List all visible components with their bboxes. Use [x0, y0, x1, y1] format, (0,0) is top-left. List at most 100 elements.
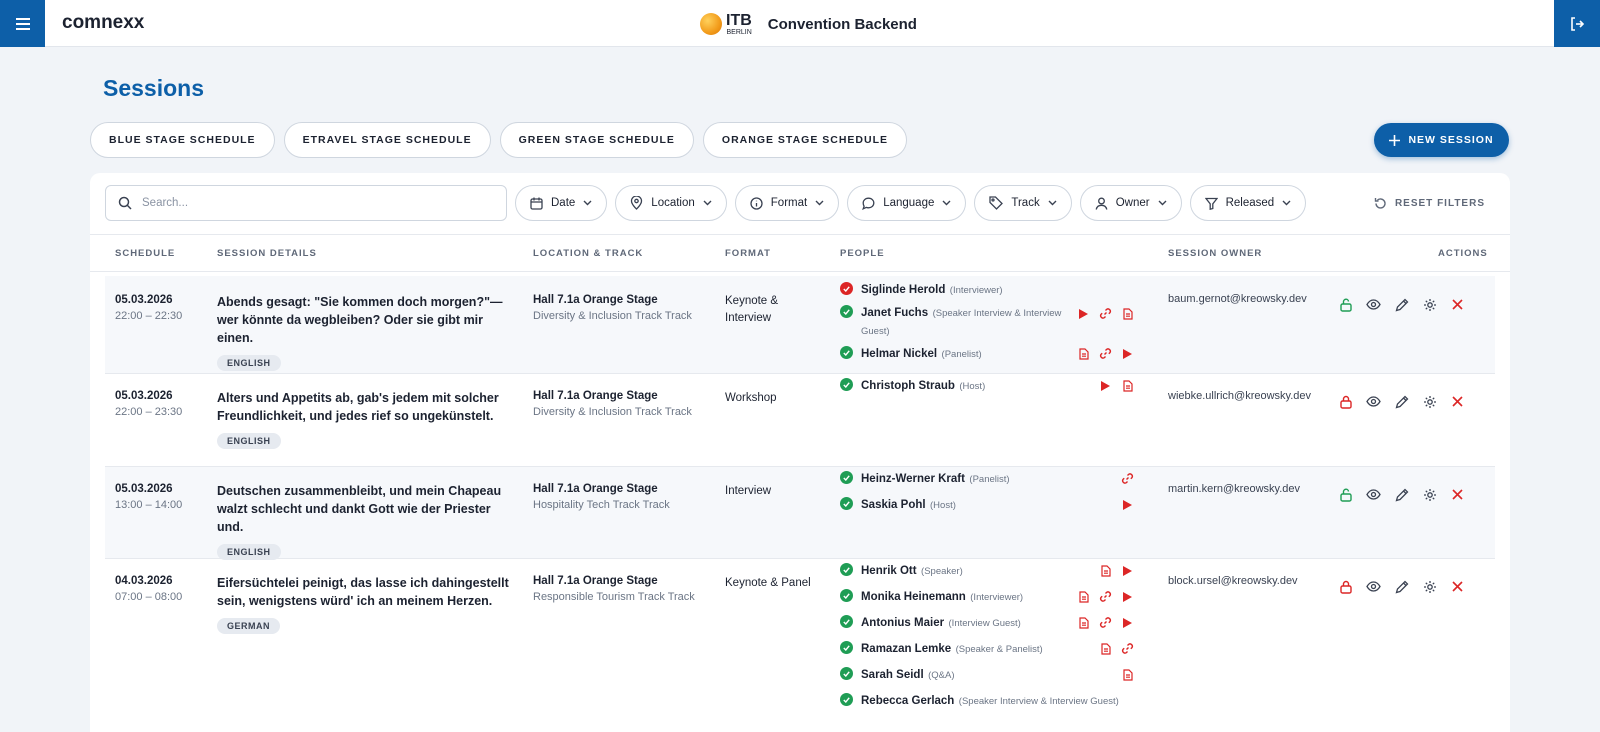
session-title[interactable]: Eifersüchtelei peinigt, das lasse ich da…	[217, 574, 517, 610]
eye-icon[interactable]	[1366, 487, 1381, 502]
language-badge: ENGLISH	[217, 544, 281, 560]
delete-icon[interactable]	[1450, 394, 1465, 409]
eye-icon[interactable]	[1366, 297, 1381, 312]
logout-button[interactable]	[1554, 0, 1600, 47]
document-icon[interactable]	[1076, 615, 1091, 630]
brand-name[interactable]: comnexx	[62, 12, 144, 34]
session-title[interactable]: Alters und Appetits ab, gab's jedem mit …	[217, 389, 517, 425]
search-box[interactable]	[105, 185, 507, 221]
green-stage-schedule-button[interactable]: GREEN STAGE SCHEDULE	[499, 122, 694, 158]
person-entry[interactable]: Henrik Ott (Speaker)	[840, 562, 963, 580]
table-row[interactable]: 05.03.2026 13:00 – 14:00 Deutschen zusam…	[105, 467, 1495, 560]
plus-icon	[1389, 134, 1401, 146]
person-entry[interactable]: Antonius Maier (Interview Guest)	[840, 614, 1021, 632]
person-name: Heinz-Werner Kraft	[861, 473, 965, 485]
delete-icon[interactable]	[1450, 579, 1465, 594]
orange-stage-schedule-button[interactable]: ORANGE STAGE SCHEDULE	[702, 122, 907, 158]
table-row[interactable]: 05.03.2026 22:00 – 23:30 Alters und Appe…	[105, 374, 1495, 467]
document-icon[interactable]	[1076, 589, 1091, 604]
document-icon[interactable]	[1098, 563, 1113, 578]
document-icon[interactable]	[1076, 346, 1091, 361]
globe-icon	[700, 13, 722, 35]
filter-location[interactable]: Location	[615, 185, 727, 221]
gear-icon[interactable]	[1422, 297, 1437, 312]
pencil-icon[interactable]	[1394, 579, 1409, 594]
person-actions	[1075, 615, 1135, 630]
chevron-down-icon	[942, 200, 951, 206]
header-format: FORMAT	[725, 248, 771, 259]
link-icon[interactable]	[1098, 589, 1113, 604]
session-date: 05.03.2026	[115, 294, 173, 306]
document-icon[interactable]	[1120, 306, 1135, 321]
pencil-icon[interactable]	[1394, 297, 1409, 312]
link-icon[interactable]	[1098, 306, 1113, 321]
play-icon[interactable]	[1120, 563, 1135, 578]
filter-format[interactable]: Format	[734, 185, 840, 221]
filter-track-label: Track	[1011, 197, 1040, 209]
gear-icon[interactable]	[1422, 579, 1437, 594]
pencil-icon[interactable]	[1394, 394, 1409, 409]
link-icon[interactable]	[1120, 471, 1135, 486]
eye-icon[interactable]	[1366, 579, 1381, 594]
session-title[interactable]: Deutschen zusammenbleibt, und mein Chape…	[217, 482, 517, 536]
person-entry[interactable]: Ramazan Lemke (Speaker & Panelist)	[840, 640, 1043, 658]
person-entry[interactable]: Siglinde Herold (Interviewer)	[840, 281, 1003, 299]
session-owner-email: wiebke.ullrich@kreowsky.dev	[1168, 390, 1312, 402]
eye-icon[interactable]	[1366, 394, 1381, 409]
person-actions	[1075, 641, 1135, 656]
header-location-track: LOCATION & TRACK	[533, 248, 644, 259]
confirmed-status-icon	[840, 346, 853, 359]
search-input[interactable]	[142, 197, 482, 209]
play-icon[interactable]	[1098, 378, 1113, 393]
delete-icon[interactable]	[1450, 297, 1465, 312]
locked-icon[interactable]	[1338, 579, 1353, 594]
filter-date[interactable]: Date	[515, 185, 608, 221]
unlocked-icon[interactable]	[1338, 297, 1353, 312]
table-row[interactable]: 04.03.2026 07:00 – 08:00 Eifersüchtelei …	[105, 559, 1495, 732]
person-entry[interactable]: Heinz-Werner Kraft (Panelist)	[840, 470, 1010, 488]
play-icon[interactable]	[1120, 589, 1135, 604]
confirmed-status-icon	[840, 471, 853, 484]
person-entry[interactable]: Helmar Nickel (Panelist)	[840, 345, 982, 363]
new-session-button[interactable]: NEW SESSION	[1374, 123, 1509, 157]
unlocked-icon[interactable]	[1338, 487, 1353, 502]
user-icon	[1095, 197, 1108, 210]
reset-filters-button[interactable]: RESET FILTERS	[1374, 197, 1485, 210]
delete-icon[interactable]	[1450, 487, 1465, 502]
gear-icon[interactable]	[1422, 394, 1437, 409]
link-icon[interactable]	[1098, 346, 1113, 361]
play-icon[interactable]	[1120, 615, 1135, 630]
person-entry[interactable]: Janet Fuchs (Speaker Interview & Intervi…	[840, 304, 1065, 340]
person-entry[interactable]: Christoph Straub (Host)	[840, 377, 985, 395]
person-entry[interactable]: Saskia Pohl (Host)	[840, 496, 956, 514]
document-icon[interactable]	[1120, 667, 1135, 682]
locked-icon[interactable]	[1338, 394, 1353, 409]
table-row[interactable]: 05.03.2026 22:00 – 22:30 Abends gesagt: …	[105, 276, 1495, 374]
person-entry[interactable]: Monika Heinemann (Interviewer)	[840, 588, 1023, 606]
page-title: Sessions	[103, 75, 204, 101]
play-icon[interactable]	[1120, 346, 1135, 361]
link-icon[interactable]	[1098, 615, 1113, 630]
play-icon[interactable]	[1120, 497, 1135, 512]
person-role: (Speaker)	[921, 566, 963, 577]
new-session-label: NEW SESSION	[1408, 134, 1494, 146]
menu-button[interactable]	[0, 0, 45, 47]
link-icon[interactable]	[1120, 641, 1135, 656]
person-entry[interactable]: Sarah Seidl (Q&A)	[840, 666, 954, 684]
session-title[interactable]: Abends gesagt: "Sie kommen doch morgen?"…	[217, 293, 517, 347]
person-role: (Host)	[930, 500, 956, 511]
filter-track[interactable]: Track	[974, 185, 1072, 221]
sessions-card: Date Location Format Language Track Owne…	[90, 173, 1510, 732]
pencil-icon[interactable]	[1394, 487, 1409, 502]
etravel-stage-schedule-button[interactable]: ETRAVEL STAGE SCHEDULE	[283, 122, 491, 158]
filter-owner[interactable]: Owner	[1079, 185, 1182, 221]
play-icon[interactable]	[1076, 306, 1091, 321]
gear-icon[interactable]	[1422, 487, 1437, 502]
person-entry[interactable]: Rebecca Gerlach (Speaker Interview & Int…	[840, 692, 1119, 710]
filter-language[interactable]: Language	[847, 185, 967, 221]
document-icon[interactable]	[1120, 378, 1135, 393]
document-icon[interactable]	[1098, 641, 1113, 656]
filter-released[interactable]: Released	[1189, 185, 1307, 221]
top-bar: comnexx ITB BERLIN Convention Backend	[0, 0, 1600, 47]
blue-stage-schedule-button[interactable]: BLUE STAGE SCHEDULE	[90, 122, 275, 158]
